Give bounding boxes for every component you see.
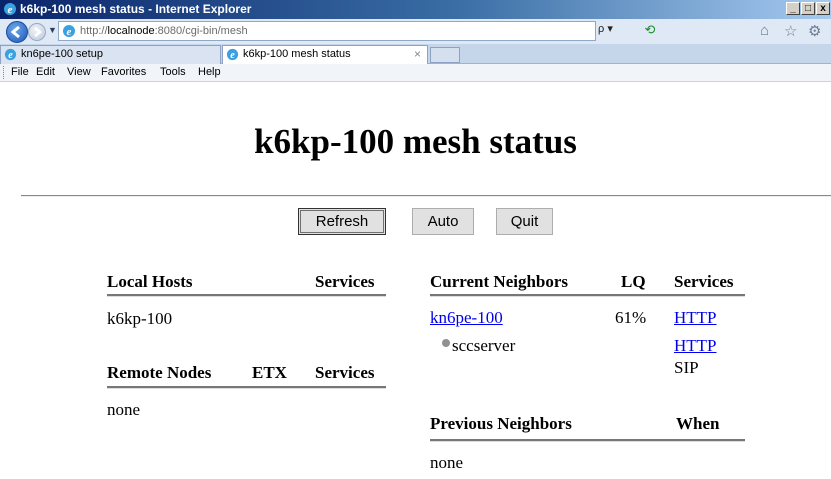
menu-tools[interactable]: Tools	[160, 66, 186, 78]
maximize-button[interactable]: □	[801, 2, 815, 15]
refresh-button[interactable]: Refresh	[298, 208, 386, 235]
remote-etx-header: ETX	[252, 363, 287, 382]
tab-label: kn6pe-100 setup	[21, 48, 103, 60]
previous-neighbors-empty: none	[430, 453, 464, 472]
remote-nodes-empty: none	[107, 400, 141, 419]
menu-bar: File Edit View Favorites Tools Help	[0, 64, 831, 82]
page-content: k6kp-100 mesh status Refresh Auto Quit L…	[0, 82, 831, 479]
svg-text:e: e	[8, 4, 13, 16]
tools-gear-icon[interactable]: ⚙	[808, 22, 821, 40]
tab-label: k6kp-100 mesh status	[243, 48, 351, 60]
local-hosts-header: Local Hosts	[107, 272, 193, 291]
menu-help[interactable]: Help	[198, 66, 221, 78]
menu-grip[interactable]	[3, 66, 6, 79]
window-title: k6kp-100 mesh status - Internet Explorer	[20, 2, 252, 16]
address-field[interactable]: e http://localnode:8080/cgi-bin/mesh	[58, 21, 596, 41]
ie-logo-icon: e	[4, 3, 16, 16]
svg-text:e: e	[8, 50, 13, 61]
neighbor-link[interactable]: kn6pe-100	[430, 308, 503, 328]
current-neighbors-rule	[430, 294, 745, 297]
auto-button[interactable]: Auto	[412, 208, 474, 235]
menu-favorites[interactable]: Favorites	[101, 66, 146, 78]
recent-pages-dropdown[interactable]: ▼	[48, 25, 57, 35]
lq-header: LQ	[621, 272, 646, 291]
neighbor-http-link[interactable]: HTTP	[674, 308, 717, 328]
host-http-link[interactable]: HTTP	[674, 336, 717, 356]
remote-nodes-header: Remote Nodes	[107, 363, 212, 382]
current-neighbors-header: Current Neighbors	[430, 272, 569, 291]
previous-neighbors-header: Previous Neighbors	[430, 414, 572, 433]
tab-bar: e kn6pe-100 setup e k6kp-100 mesh status…	[0, 44, 831, 64]
local-services-header: Services	[315, 272, 375, 291]
local-host-name: k6kp-100	[107, 309, 173, 328]
close-tab-icon[interactable]: ×	[414, 47, 421, 61]
bullet-icon	[442, 339, 450, 347]
menu-edit[interactable]: Edit	[36, 66, 55, 78]
when-header: When	[676, 414, 720, 433]
favorites-star-icon[interactable]: ☆	[784, 22, 797, 40]
menu-file[interactable]: File	[11, 66, 29, 78]
page-ie-icon: e	[63, 25, 75, 38]
window-titlebar: e k6kp-100 mesh status - Internet Explor…	[0, 0, 831, 19]
new-tab-button[interactable]	[430, 47, 460, 63]
page-title: k6kp-100 mesh status	[254, 122, 577, 161]
url-text: http://localnode:8080/cgi-bin/mesh	[80, 25, 248, 37]
quit-button[interactable]: Quit	[496, 208, 553, 235]
address-toolbar: ▼ e http://localnode:8080/cgi-bin/mesh ρ…	[0, 19, 831, 44]
minimize-button[interactable]: _	[786, 2, 800, 15]
back-icon	[10, 25, 20, 39]
remote-services-header: Services	[315, 363, 375, 382]
forward-icon	[34, 27, 43, 37]
neighbor-lq: 61%	[615, 308, 647, 327]
close-window-button[interactable]: x	[816, 2, 830, 15]
tab-ie-icon: e	[4, 48, 17, 61]
tab-ie-icon: e	[226, 48, 239, 61]
title-divider	[21, 195, 831, 197]
forward-button[interactable]	[28, 23, 46, 41]
menu-view[interactable]: View	[67, 66, 91, 78]
neighbor-host-name: sccserver	[452, 336, 516, 355]
svg-text:e: e	[230, 50, 235, 61]
home-icon[interactable]: ⌂	[760, 22, 769, 39]
neighbor-services-header: Services	[674, 272, 734, 291]
remote-nodes-rule	[107, 386, 386, 389]
tab-kn6pe-setup[interactable]: e kn6pe-100 setup	[0, 45, 221, 64]
search-button[interactable]: ρ ▾	[598, 22, 634, 40]
local-hosts-rule	[107, 294, 386, 297]
svg-text:e: e	[67, 26, 72, 38]
refresh-icon[interactable]: ⟲	[640, 22, 660, 40]
back-button[interactable]	[6, 21, 28, 43]
previous-neighbors-rule	[430, 439, 745, 442]
tab-mesh-status[interactable]: e k6kp-100 mesh status ×	[222, 45, 428, 64]
host-sip-service: SIP	[674, 358, 699, 377]
